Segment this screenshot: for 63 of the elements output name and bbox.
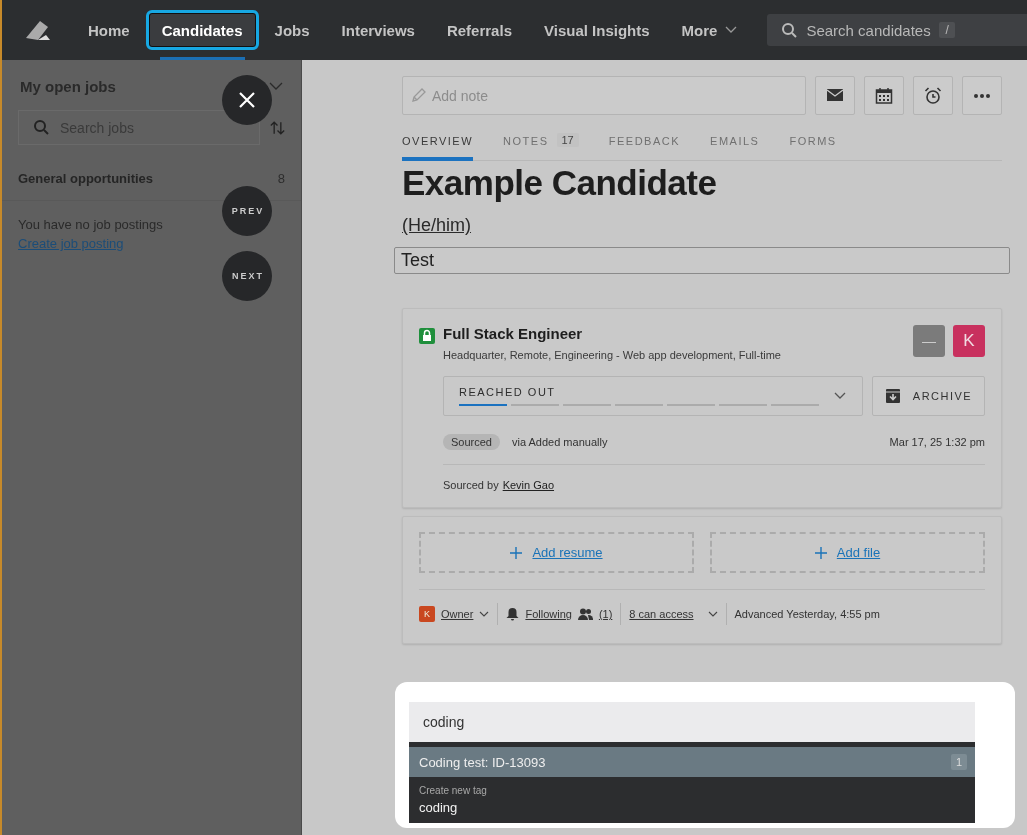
sourced-by-label: Sourced by (443, 479, 499, 491)
count-badge: 17 (556, 133, 579, 147)
section-title: General opportunities (18, 171, 154, 186)
archive-box-icon (884, 388, 901, 404)
text-field[interactable]: Test (394, 247, 1010, 274)
candidate-name: Example Candidate (402, 163, 718, 203)
nav-tab[interactable]: Visual Insights (528, 10, 666, 50)
nav-tab[interactable]: Jobs (258, 10, 326, 50)
more-menu[interactable]: More (665, 10, 754, 50)
owner-dropdown[interactable]: Owner (441, 608, 490, 620)
avatar: — (913, 325, 945, 357)
create-tag-item[interactable]: Create new tag coding (409, 777, 975, 823)
nav-tab[interactable]: Home (72, 10, 146, 50)
plus-icon (814, 546, 827, 559)
followers-link[interactable]: (1) (598, 608, 613, 620)
source-text: via Added manually (512, 436, 609, 448)
next-button[interactable]: NEXT (222, 251, 272, 301)
email-button[interactable] (815, 76, 855, 115)
people-icon (577, 608, 593, 620)
job-title[interactable]: Full Stack Engineer (443, 325, 913, 342)
access-dropdown[interactable]: 8 can access (629, 608, 718, 620)
close-icon (238, 91, 256, 109)
sourcer-link[interactable]: Kevin Gao (502, 479, 555, 491)
shortcut-key: / (939, 22, 955, 38)
chevron-down-icon (834, 392, 846, 400)
calendar-icon (875, 86, 893, 105)
note-field[interactable]: Add note (402, 76, 806, 115)
chevron-down-icon (707, 610, 718, 618)
more-icon (973, 93, 991, 98)
suggestion-item[interactable]: Coding test: ID-13093 1 (409, 747, 975, 777)
source-tag: Sourced (443, 434, 500, 450)
nav-tab[interactable]: Referrals (430, 10, 528, 50)
search-icon (33, 119, 50, 136)
date-text: Mar 17, 25 1:32 pm (889, 436, 985, 448)
plus-icon (510, 546, 523, 559)
avatar: K (953, 325, 985, 357)
following-link[interactable]: Following (525, 608, 572, 620)
archive-button[interactable]: ARCHIVE (872, 376, 985, 416)
more-button[interactable] (962, 76, 1002, 115)
count-badge: 1 (950, 754, 967, 770)
calendar-button[interactable] (864, 76, 904, 115)
pencil-icon (411, 87, 427, 103)
stage-dropdown[interactable]: REACHED OUT (443, 376, 863, 416)
nav-tab[interactable]: Interviews (325, 10, 431, 50)
prev-button[interactable]: PREV (222, 186, 272, 236)
chevron-down-icon (479, 610, 490, 618)
chevron-down-icon (269, 82, 283, 91)
nav-tab[interactable]: Candidates (145, 10, 259, 50)
chevron-down-icon (725, 26, 738, 34)
pronouns-link[interactable]: (He/him) (402, 215, 471, 236)
alarm-clock-button[interactable] (913, 76, 953, 115)
tag-input[interactable]: coding (409, 702, 975, 742)
job-details: Headquarter, Remote, Engineering - Web app development, Full-time (443, 349, 782, 361)
activity-text: Advanced Yesterday, 4:55 pm (734, 608, 880, 620)
search-icon (781, 22, 799, 39)
close-button[interactable] (222, 75, 272, 125)
avatar: K (419, 606, 435, 622)
bell-icon (506, 607, 520, 621)
tab[interactable]: OVERVIEW (402, 135, 474, 161)
logo-icon (24, 18, 52, 42)
tab[interactable]: NOTES 17 (503, 135, 579, 161)
lock-icon (419, 328, 435, 344)
alarm-clock-icon (924, 86, 942, 105)
